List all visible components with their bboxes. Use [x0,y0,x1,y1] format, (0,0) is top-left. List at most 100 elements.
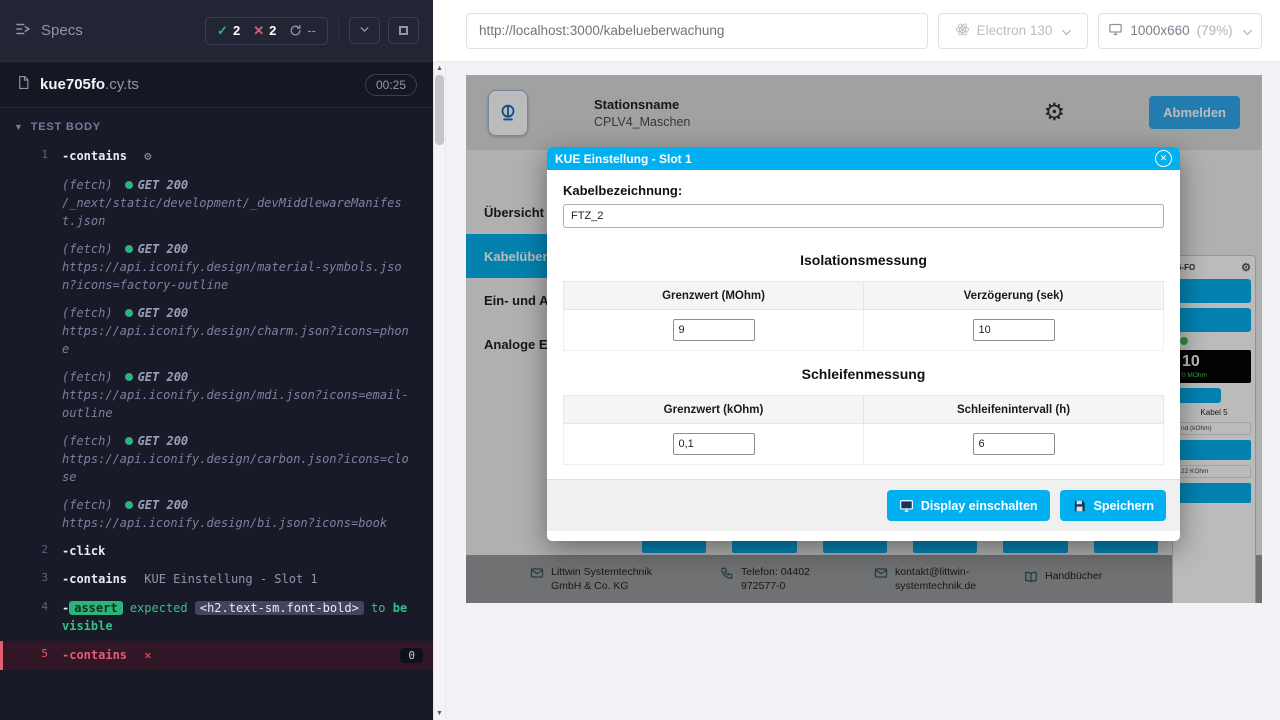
modal-body: Kabelbezeichnung: Isolationsmessung Gren… [547,170,1180,465]
monitor-icon [1108,22,1123,40]
stop-icon [399,26,408,35]
browser-toolbar: Electron 130 1000x660 (79%) [433,0,1280,62]
aut-panel: Electron 130 1000x660 (79%) ▲ [433,0,1280,720]
schleifenintervall-input[interactable] [973,433,1055,455]
fetch-log-entry[interactable]: (fetch) GET 200 https://api.iconify.desi… [0,491,433,537]
speichern-button[interactable]: Speichern [1060,490,1166,521]
specs-label: Specs [41,22,83,39]
fetch-status: GET 200 [138,176,189,194]
pending-count: -- [307,23,316,38]
kabelbezeichnung-input[interactable] [563,204,1164,228]
status-dot-icon [125,181,133,189]
fetch-log-entry[interactable]: (fetch) GET 200 https://api.iconify.desi… [0,427,433,491]
command-log: 1 -contains ⚙ (fetch) GET 200 /_next/sta… [0,142,433,670]
fetch-log-entry[interactable]: (fetch) GET 200 https://api.iconify.desi… [0,363,433,427]
kue-settings-modal: KUE Einstellung - Slot 1 ✕ Kabelbezeichn… [547,147,1180,541]
column-header-grenzwert-mohm: Grenzwert (MOhm) [564,282,864,310]
table-cell [864,310,1164,351]
kabelbezeichnung-label: Kabelbezeichnung: [563,183,1164,198]
viewport-zoom: (79%) [1197,23,1233,38]
grenzwert-mohm-input[interactable] [673,319,755,341]
fetch-log-entry[interactable]: (fetch) GET 200 https://api.iconify.desi… [0,299,433,363]
verzoegerung-input[interactable] [973,319,1055,341]
app-area: Stationsname CPLV4_Maschen ⚙ Abmelden Üb… [446,62,1280,720]
stage: Specs ✓ 2 ✕ 2 -- [0,0,1280,720]
divider [338,18,339,44]
browser-selector[interactable]: Electron 130 [938,13,1088,49]
collapse-button[interactable] [349,17,380,44]
specs-list-icon [14,20,32,42]
assert-to: to [371,601,385,615]
fetch-status: GET 200 [138,432,189,450]
app-viewport: Stationsname CPLV4_Maschen ⚙ Abmelden Üb… [466,75,1262,603]
stat-pending: -- [289,23,316,38]
test-body-section[interactable]: ▼ TEST BODY [0,108,433,142]
fetch-tag: (fetch) [62,304,113,322]
scroll-down-icon[interactable]: ▼ [436,707,443,720]
fetch-tag: (fetch) [62,496,113,514]
fetch-url: https://api.iconify.design/mdi.json?icon… [62,386,411,422]
spec-timer: 00:25 [365,74,417,96]
fetch-log-entry[interactable]: (fetch) GET 200 https://api.iconify.desi… [0,235,433,299]
fetch-url: https://api.iconify.design/carbon.json?i… [62,450,411,486]
viewport-size: 1000x660 [1130,23,1189,38]
test-stats: ✓ 2 ✕ 2 -- [205,17,328,45]
reporter-header: Specs ✓ 2 ✕ 2 -- [0,0,433,62]
close-icon[interactable]: ✕ [1155,150,1172,167]
fetch-status: GET 200 [138,304,189,322]
fetch-url: https://api.iconify.design/material-symb… [62,258,411,294]
chevron-down-icon: ▼ [14,122,24,132]
status-dot-icon [125,437,133,445]
stop-button[interactable] [388,17,419,44]
column-header-grenzwert-kohm: Grenzwert (kOhm) [564,396,864,424]
browser-name: Electron 130 [977,23,1053,38]
scroll-up-icon[interactable]: ▲ [436,62,443,75]
fetch-status: GET 200 [138,496,189,514]
status-dot-icon [125,245,133,253]
spec-header[interactable]: kue705fo.cy.ts 00:25 [0,62,433,108]
grenzwert-kohm-input[interactable] [673,433,755,455]
command-number: 3 [0,570,62,584]
fetch-url: /_next/static/development/_devMiddleware… [62,194,411,230]
electron-icon [955,22,970,40]
isolationsmessung-title: Isolationsmessung [563,252,1164,268]
display-einschalten-button[interactable]: Display einschalten [887,490,1050,521]
command-row-assert[interactable]: 4 -assert expected <h2.text-sm.font-bold… [0,594,433,641]
check-icon: ✓ [217,23,228,39]
assert-selector: <h2.text-sm.font-bold> [195,601,364,615]
x-icon: ✕ [253,23,264,39]
table-cell [564,424,864,465]
command-row-contains-2[interactable]: 3 -contains KUE Einstellung - Slot 1 [0,565,433,594]
fetch-status: GET 200 [138,368,189,386]
display-button-label: Display einschalten [921,499,1038,513]
gear-icon: ⚙ [144,149,151,163]
command-row-click[interactable]: 2 -click [0,537,433,566]
fetch-url: https://api.iconify.design/charm.json?ic… [62,322,411,358]
table-cell [564,310,864,351]
spec-name: kue705fo [40,76,105,93]
command-number: 4 [0,599,62,613]
fetch-tag: (fetch) [62,176,113,194]
spec-file-icon [16,75,40,95]
command-row-contains-1[interactable]: 1 -contains ⚙ [0,142,433,171]
command-method: -contains [62,572,127,586]
save-button-label: Speichern [1094,499,1154,513]
url-input[interactable] [466,13,928,49]
scrollbar-thumb[interactable] [435,75,444,145]
chevron-down-icon [1240,25,1252,37]
reporter-scrollbar[interactable]: ▲ ▼ [433,62,446,720]
monitor-icon [899,499,914,513]
assert-badge: assert [69,601,122,615]
modal-footer: Display einschalten Speichern [547,479,1180,531]
cypress-reporter: Specs ✓ 2 ✕ 2 -- [0,0,433,720]
passed-count: 2 [233,23,240,38]
chevron-down-icon [358,23,371,39]
command-method: -contains [62,648,127,662]
failed-count: 2 [269,23,276,38]
command-row-contains-failed[interactable]: 5 -contains ✕ 0 [0,641,433,670]
fetch-log-entry[interactable]: (fetch) GET 200 /_next/static/developmen… [0,171,433,235]
specs-menu-button[interactable]: Specs [14,20,83,42]
assert-expected: expected [130,601,188,615]
viewport-selector[interactable]: 1000x660 (79%) [1098,13,1262,49]
modal-header: KUE Einstellung - Slot 1 ✕ [547,147,1180,170]
